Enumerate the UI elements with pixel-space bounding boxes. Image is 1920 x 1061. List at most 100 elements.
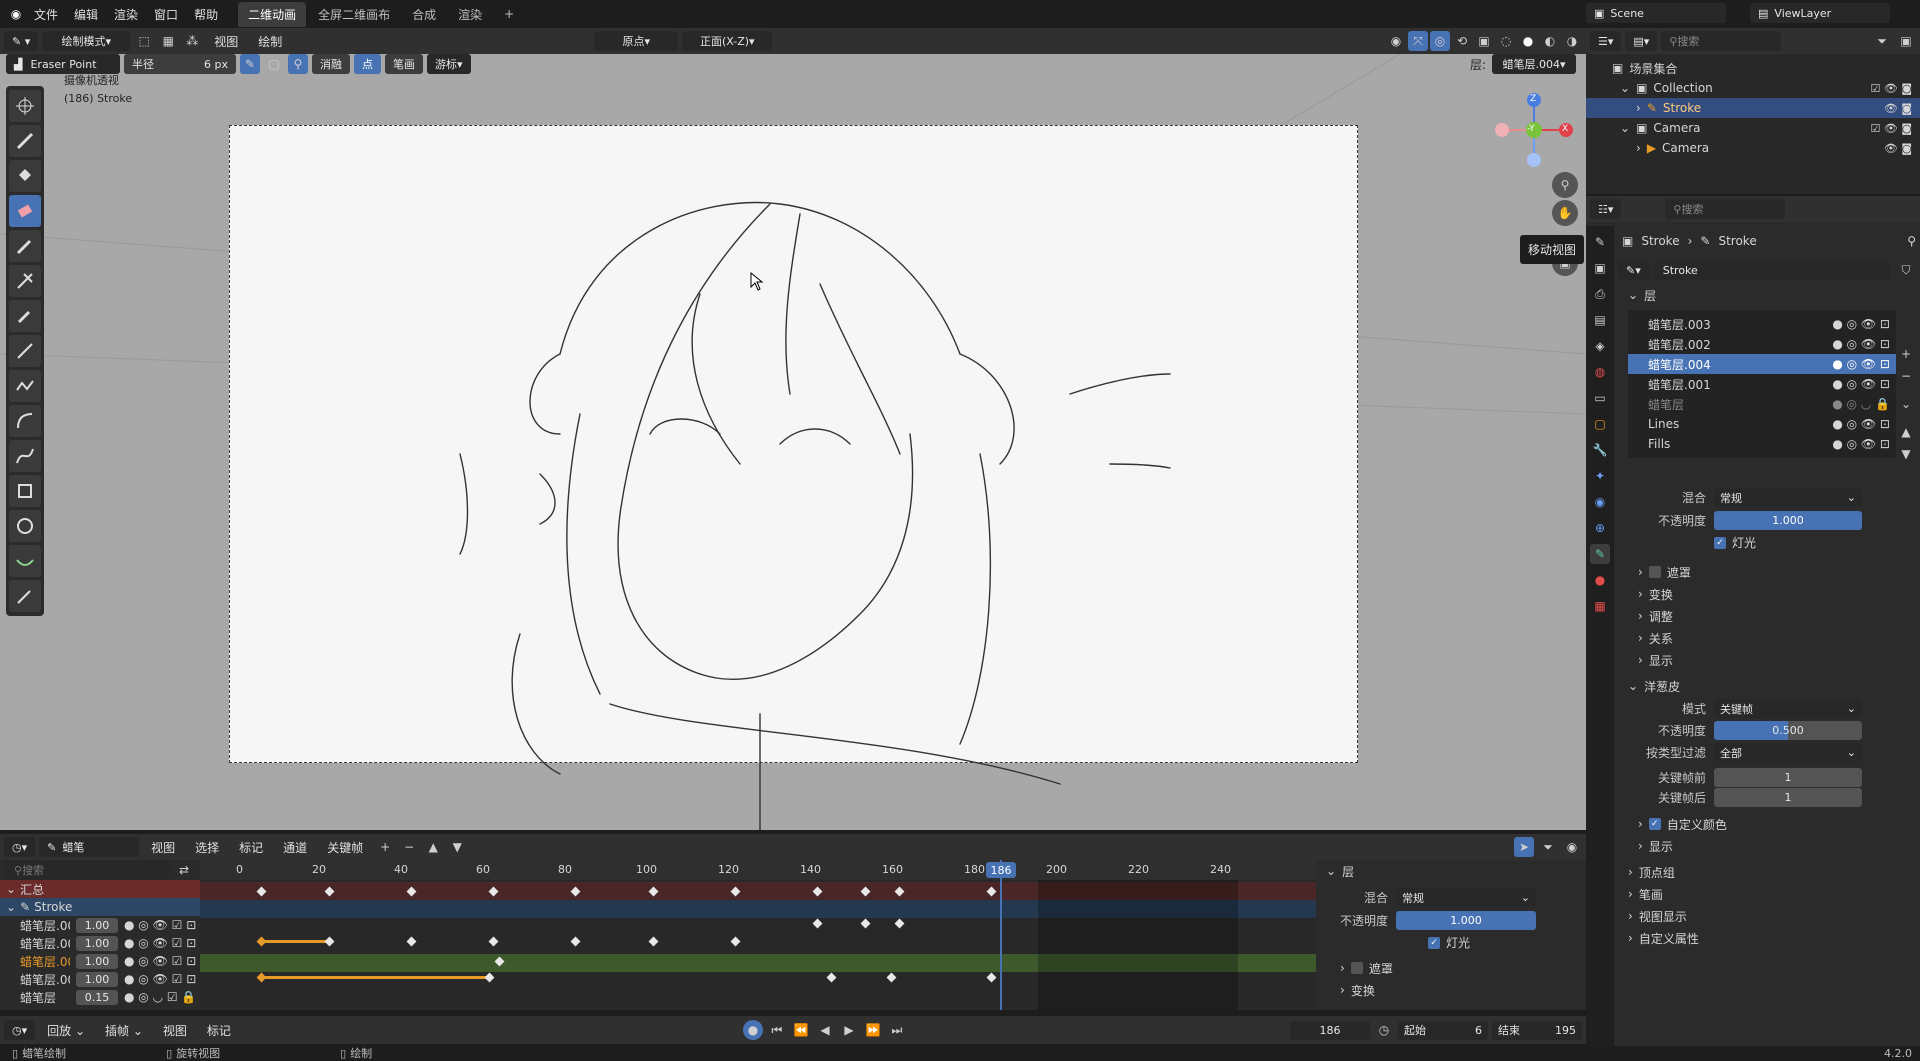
side-blend-dropdown[interactable]: 常规 ⌄: [1396, 888, 1536, 907]
layer-channel-toggles[interactable]: ● ◎ 👁 ☑ ⊡: [124, 972, 196, 986]
select-box-icon[interactable]: ⬚: [134, 31, 154, 51]
blend-dropdown[interactable]: 常规 ⌄: [1714, 488, 1862, 507]
layer-item[interactable]: 蜡笔层 ● ◎ ◡ 🔒: [1628, 394, 1896, 414]
world-tab-icon[interactable]: ◍: [1590, 362, 1610, 382]
gp-overlay-icon[interactable]: ⟲: [1452, 31, 1472, 51]
scene-field[interactable]: ▣ Scene: [1586, 3, 1726, 23]
relations-section[interactable]: › 关系: [1618, 627, 1916, 649]
move-down-icon[interactable]: ▼: [447, 837, 467, 857]
object-tab-icon[interactable]: ▢: [1590, 414, 1610, 434]
tab-compositing[interactable]: 合成: [402, 2, 446, 27]
filter-icon[interactable]: ⏷: [1538, 837, 1558, 857]
swap-icon[interactable]: ⇄: [174, 860, 194, 880]
layer-channel-toggles[interactable]: ● ◎ 👁 ☑ ⊡: [124, 918, 196, 932]
rendered-shading-icon[interactable]: ◑: [1562, 31, 1582, 51]
side-lights-checkbox[interactable]: ✓: [1428, 936, 1440, 949]
move-down-icon[interactable]: ▼: [1896, 444, 1916, 464]
next-keyframe-icon[interactable]: ⏩: [863, 1020, 883, 1040]
layer-channel[interactable]: 蜡笔层 0.15 ● ◎ ◡ ☑ 🔒: [0, 988, 200, 1006]
filter-dropdown[interactable]: 全部 ⌄: [1714, 743, 1862, 762]
keyframe[interactable]: [256, 972, 267, 983]
blender-logo-icon[interactable]: ◉: [6, 4, 26, 24]
effects-tab-icon[interactable]: ✦: [1590, 466, 1610, 486]
viewport-display-section[interactable]: › 视图显示: [1618, 905, 1916, 927]
layers-section-header[interactable]: ⌄ 层: [1618, 284, 1916, 306]
eraser-mode-point[interactable]: 点: [354, 54, 381, 74]
plane-dropdown[interactable]: 正面(X-Z) ▾: [682, 31, 773, 51]
outliner-scene-collection[interactable]: ▣ 场景集合: [1586, 58, 1920, 78]
strokes-section[interactable]: › 笔画: [1618, 883, 1916, 905]
brush-selector[interactable]: ▟ Eraser Point: [6, 54, 120, 74]
kf-before-field[interactable]: 1: [1714, 768, 1862, 787]
kf-after-field[interactable]: 1: [1714, 788, 1862, 807]
object-channel[interactable]: ⌄ ✎ Stroke: [0, 898, 200, 916]
menu-view[interactable]: 视图: [206, 33, 246, 50]
datablock-browse[interactable]: ✎▾: [1618, 260, 1649, 280]
move-up-icon[interactable]: ▲: [423, 837, 443, 857]
side-layer-section[interactable]: ⌄ 层: [1316, 860, 1586, 882]
layer-toggles[interactable]: ● ◎ 👁 ⊡: [1832, 417, 1890, 431]
layer-dropdown[interactable]: 蜡笔层.004 ▾: [1492, 54, 1577, 74]
channel-search[interactable]: ⚲ 搜索: [6, 860, 170, 880]
collection-tab-icon[interactable]: ▭: [1590, 388, 1610, 408]
stroke-icon[interactable]: ▢: [264, 54, 284, 74]
overlay-icon[interactable]: ◎: [1430, 31, 1450, 51]
layer-channel-opacity[interactable]: 0.15: [76, 989, 118, 1005]
start-frame-field[interactable]: 起始 6: [1398, 1020, 1488, 1040]
outliner-search[interactable]: ⚲ 搜索: [1661, 31, 1782, 51]
layer-item[interactable]: Fills ● ◎ 👁 ⊡: [1628, 434, 1896, 454]
new-collection-icon[interactable]: ▣: [1896, 31, 1916, 51]
annotate-tool[interactable]: [9, 580, 41, 612]
cursor-dropdown[interactable]: 游标 ▾: [427, 54, 471, 74]
keyframe[interactable]: [570, 936, 581, 947]
view-layer-tab-icon[interactable]: ▤: [1590, 310, 1610, 330]
layer-channel[interactable]: 蜡笔层.00 1.00 ● ◎ 👁 ☑ ⊡: [0, 934, 200, 952]
editor-type-button[interactable]: ✎ ▾: [4, 31, 39, 51]
menu-help[interactable]: 帮助: [186, 6, 226, 23]
datablock-name[interactable]: Stroke: [1654, 260, 1890, 280]
menu-draw[interactable]: 绘制: [250, 33, 290, 50]
material-shading-icon[interactable]: ◐: [1540, 31, 1560, 51]
view-layer-field[interactable]: ▤ ViewLayer: [1750, 3, 1890, 23]
layer-toggles[interactable]: ● ◎ 👁 ⊡: [1832, 337, 1890, 351]
playhead-frame[interactable]: 186: [986, 862, 1016, 878]
dopesheet-editor-type[interactable]: ◷▾: [4, 837, 36, 857]
end-frame-field[interactable]: 结束 195: [1492, 1020, 1582, 1040]
move-up-icon[interactable]: ▲: [1896, 422, 1916, 442]
mask-checkbox[interactable]: [1648, 566, 1661, 578]
custom-properties-section[interactable]: › 自定义属性: [1618, 927, 1916, 949]
display-section[interactable]: › 显示: [1618, 649, 1916, 671]
solid-shading-icon[interactable]: ●: [1518, 31, 1538, 51]
outliner-collection[interactable]: ⌄ ▣ Collection ☑ 👁 ◙: [1586, 78, 1920, 98]
keyframe[interactable]: [406, 936, 417, 947]
data-tab-icon[interactable]: ✎: [1590, 544, 1610, 564]
layer-toggles[interactable]: ● ◎ ◡ 🔒: [1832, 397, 1890, 411]
origin-dropdown[interactable]: 原点 ▾: [594, 31, 679, 51]
layer-item-active[interactable]: 蜡笔层.004 ● ◎ 👁 ⊡: [1628, 354, 1896, 374]
side-mask-checkbox[interactable]: [1350, 962, 1363, 974]
layer-toggles[interactable]: ● ◎ 👁 ⊡: [1832, 317, 1890, 331]
opacity-slider[interactable]: 1.000: [1714, 511, 1862, 530]
onion-mode-dropdown[interactable]: 关键帧 ⌄: [1714, 699, 1862, 718]
cursor-tool[interactable]: [9, 90, 41, 122]
material-tab-icon[interactable]: ●: [1590, 570, 1610, 590]
eraser-mode-stroke[interactable]: 笔画: [385, 54, 423, 74]
vertex-groups-section[interactable]: › 顶点组: [1618, 861, 1916, 883]
side-opacity-slider[interactable]: 1.000: [1396, 911, 1536, 930]
keyframe[interactable]: [894, 918, 905, 929]
outliner-stroke[interactable]: › ✎ Stroke 👁 ◙: [1586, 98, 1920, 118]
box-tool[interactable]: [9, 475, 41, 507]
clock-icon[interactable]: ◷: [1374, 1020, 1394, 1040]
output-tab-icon[interactable]: ⎙: [1590, 284, 1610, 304]
xray-icon[interactable]: ▣: [1474, 31, 1494, 51]
prev-keyframe-icon[interactable]: ⏪: [791, 1020, 811, 1040]
summary-channel[interactable]: ⌄ 汇总: [0, 880, 200, 898]
mask-section[interactable]: › 遮罩: [1618, 561, 1916, 583]
radius-field[interactable]: 半径 6 px: [124, 54, 236, 74]
auto-merge-icon[interactable]: ⁂: [182, 31, 202, 51]
layer-item[interactable]: Lines ● ◎ 👁 ⊡: [1628, 414, 1896, 434]
onion-display-section[interactable]: › 显示: [1618, 835, 1916, 857]
dopesheet-menu-key[interactable]: 关键帧: [319, 839, 371, 856]
keyframe[interactable]: [986, 972, 997, 983]
outliner-camera-collection[interactable]: ⌄ ▣ Camera ☑ 👁 ◙: [1586, 118, 1920, 138]
